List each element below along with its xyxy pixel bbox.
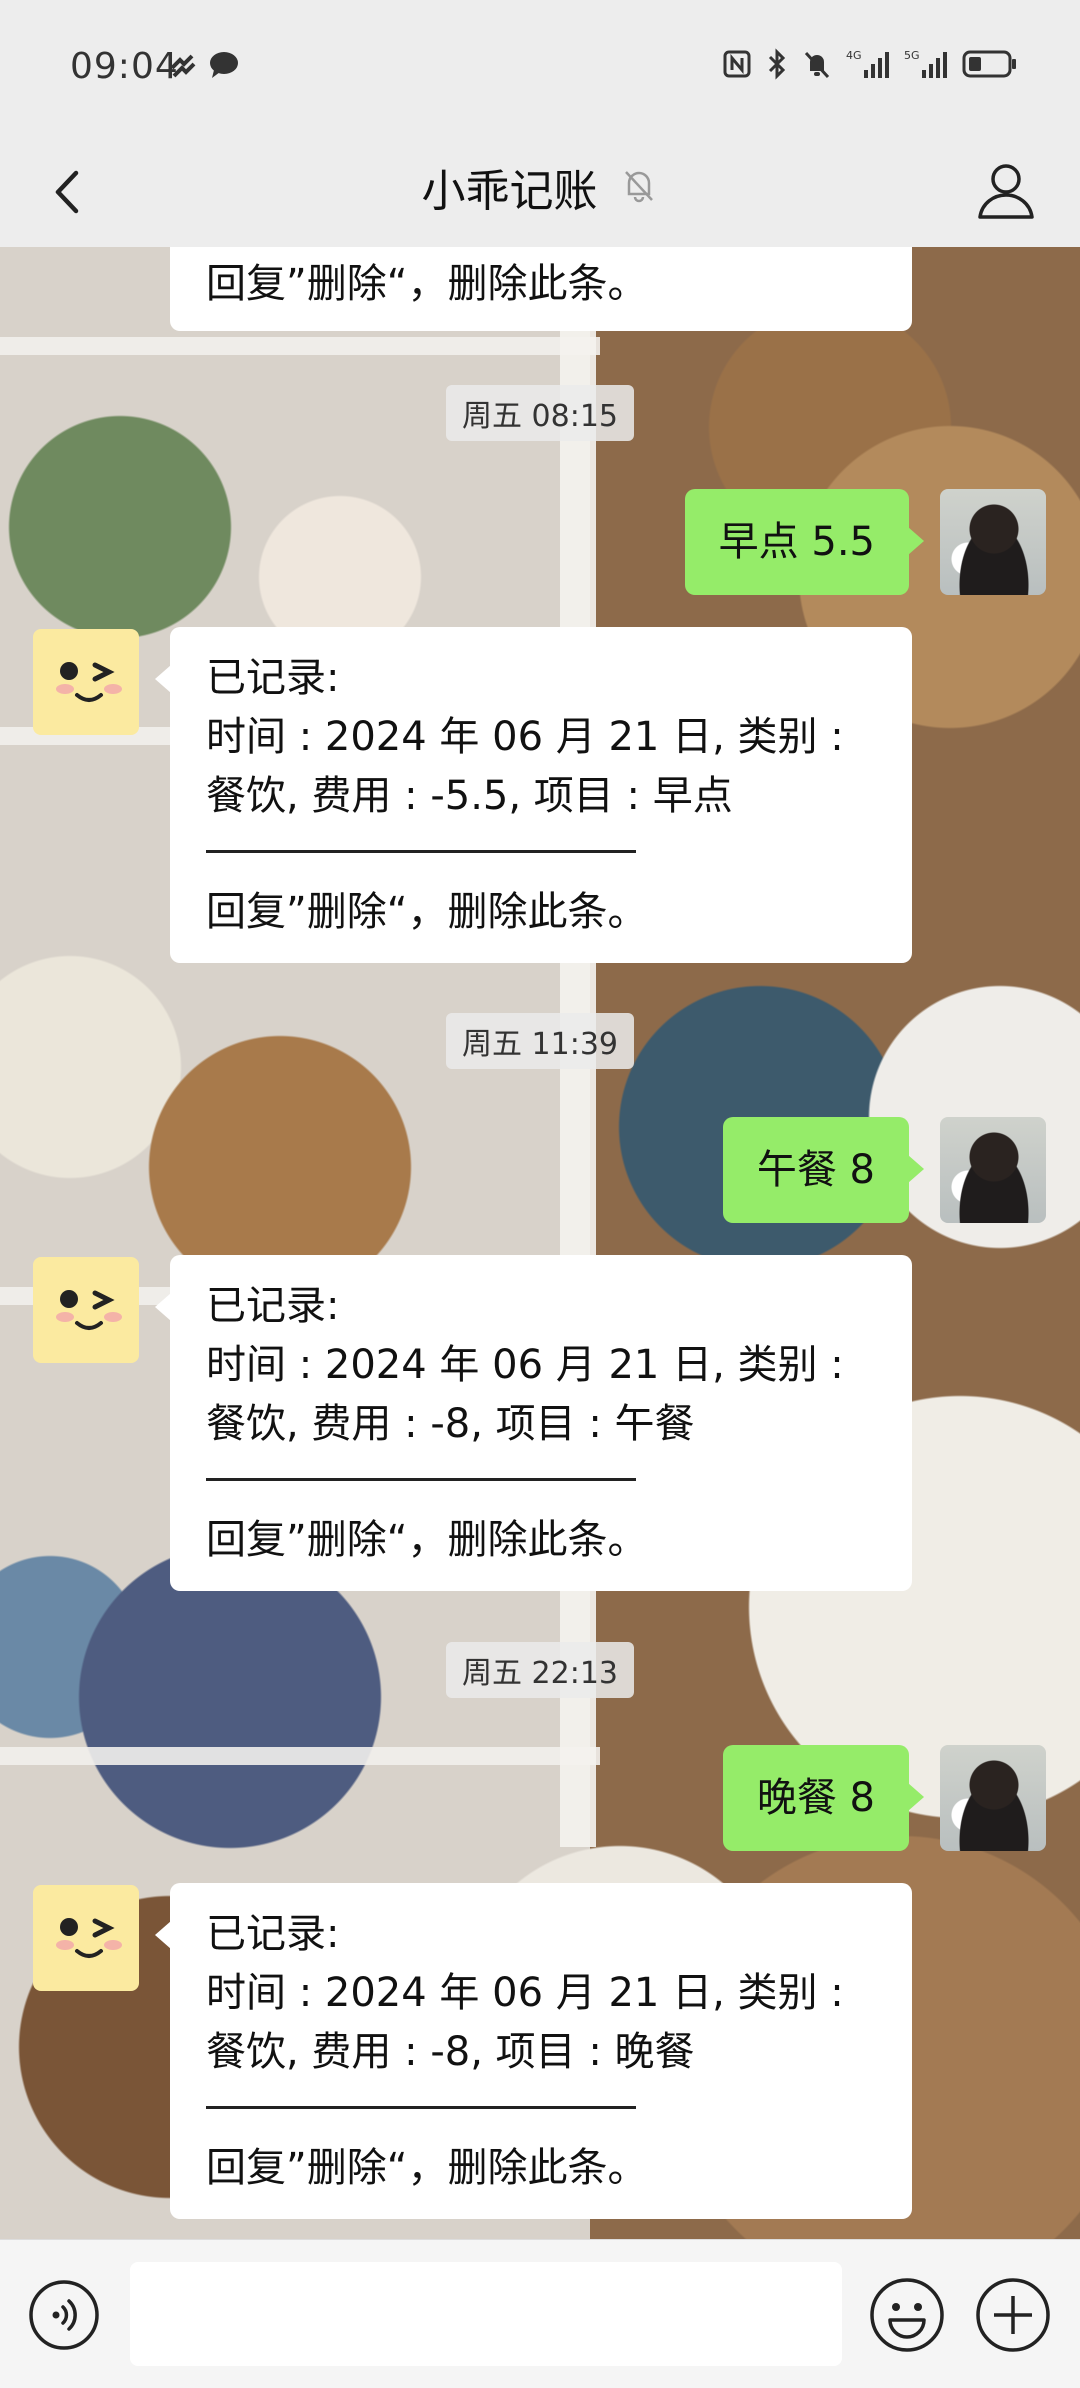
nfc-icon bbox=[722, 49, 752, 83]
bot-avatar[interactable] bbox=[33, 629, 139, 735]
bluetooth-icon bbox=[766, 48, 788, 84]
user-avatar[interactable] bbox=[940, 489, 1046, 595]
user-message-bubble[interactable]: 午餐 8 bbox=[722, 1117, 925, 1223]
user-avatar[interactable] bbox=[940, 1745, 1046, 1851]
input-bar bbox=[0, 2239, 1080, 2388]
message-line: 餐饮, 费用 : -5.5, 项目 : 早点 bbox=[206, 773, 733, 819]
more-button[interactable] bbox=[974, 2276, 1052, 2354]
message-icon bbox=[208, 50, 240, 84]
message-timestamp: 周五 08:15 bbox=[446, 385, 634, 441]
bell-off-icon bbox=[619, 165, 659, 209]
wink-face-icon bbox=[56, 1918, 122, 1958]
message-divider bbox=[206, 2106, 636, 2109]
bot-avatar[interactable] bbox=[33, 1885, 139, 1991]
mute-icon bbox=[802, 49, 832, 83]
bot-message-bubble[interactable]: 回复”删除“，删除此条。 bbox=[170, 247, 912, 331]
message-line: 餐饮, 费用 : -8, 项目 : 午餐 bbox=[206, 1401, 695, 1447]
user-avatar[interactable] bbox=[940, 1117, 1046, 1223]
message-footer: 回复”删除“，删除此条。 bbox=[206, 2145, 648, 2191]
signal-4g-icon: 4G bbox=[846, 48, 890, 84]
message-line: 餐饮, 费用 : -8, 项目 : 晚餐 bbox=[206, 2029, 695, 2075]
signal-4g-label: 4G bbox=[846, 49, 862, 62]
emoji-icon bbox=[870, 2278, 944, 2352]
message-title: 已记录: bbox=[206, 1283, 340, 1329]
chat-title: 小乖记账 bbox=[421, 166, 598, 217]
sync-icon bbox=[168, 50, 198, 84]
message-divider bbox=[206, 1478, 636, 1481]
voice-button[interactable] bbox=[28, 2279, 100, 2351]
bot-avatar[interactable] bbox=[33, 1257, 139, 1363]
wink-face-icon bbox=[56, 662, 122, 702]
signal-5g-icon: 5G bbox=[904, 48, 948, 84]
bot-message-bubble[interactable]: 已记录: 时间 : 2024 年 06 月 21 日, 类别 : 餐饮, 费用 … bbox=[155, 1255, 912, 1591]
voice-icon bbox=[29, 2280, 99, 2350]
bot-message-bubble[interactable]: 已记录: 时间 : 2024 年 06 月 21 日, 类别 : 餐饮, 费用 … bbox=[155, 1883, 912, 2219]
chat-header: 小乖记账 bbox=[0, 135, 1080, 248]
bot-message-bubble[interactable]: 已记录: 时间 : 2024 年 06 月 21 日, 类别 : 餐饮, 费用 … bbox=[155, 627, 912, 963]
status-bar: 09:04 4G 5G bbox=[0, 0, 1080, 135]
message-footer: 回复”删除“，删除此条。 bbox=[206, 261, 648, 307]
message-input[interactable] bbox=[130, 2262, 842, 2366]
user-message-bubble[interactable]: 早点 5.5 bbox=[684, 489, 925, 595]
message-title: 已记录: bbox=[206, 1911, 340, 1957]
message-divider bbox=[206, 850, 636, 853]
message-footer: 回复”删除“，删除此条。 bbox=[206, 1517, 648, 1563]
message-footer: 回复”删除“，删除此条。 bbox=[206, 889, 648, 935]
plus-icon bbox=[976, 2278, 1050, 2352]
message-title: 已记录: bbox=[206, 655, 340, 701]
wink-face-icon bbox=[56, 1290, 122, 1330]
message-line: 时间 : 2024 年 06 月 21 日, 类别 : bbox=[206, 714, 844, 760]
emoji-button[interactable] bbox=[868, 2276, 946, 2354]
title-wrap: 小乖记账 bbox=[0, 155, 1080, 219]
message-timestamp: 周五 11:39 bbox=[446, 1013, 634, 1069]
message-line: 时间 : 2024 年 06 月 21 日, 类别 : bbox=[206, 1970, 844, 2016]
message-timestamp: 周五 22:13 bbox=[446, 1642, 634, 1698]
person-icon bbox=[978, 164, 1034, 219]
background-shelf bbox=[0, 337, 600, 355]
status-time: 09:04 bbox=[70, 46, 179, 87]
battery-icon bbox=[962, 49, 1018, 83]
message-line: 时间 : 2024 年 06 月 21 日, 类别 : bbox=[206, 1342, 844, 1388]
user-message-bubble[interactable]: 晚餐 8 bbox=[722, 1745, 925, 1851]
background-shelf bbox=[0, 1747, 600, 1765]
signal-5g-label: 5G bbox=[904, 49, 920, 62]
status-left-icons bbox=[168, 50, 240, 84]
chat-area[interactable]: 回复”删除“，删除此条。 周五 08:15 早点 5.5 已记录: 时间 : 2… bbox=[0, 247, 1080, 2239]
chat-info-button[interactable] bbox=[968, 153, 1044, 229]
status-right-icons: 4G 5G bbox=[722, 48, 1018, 84]
